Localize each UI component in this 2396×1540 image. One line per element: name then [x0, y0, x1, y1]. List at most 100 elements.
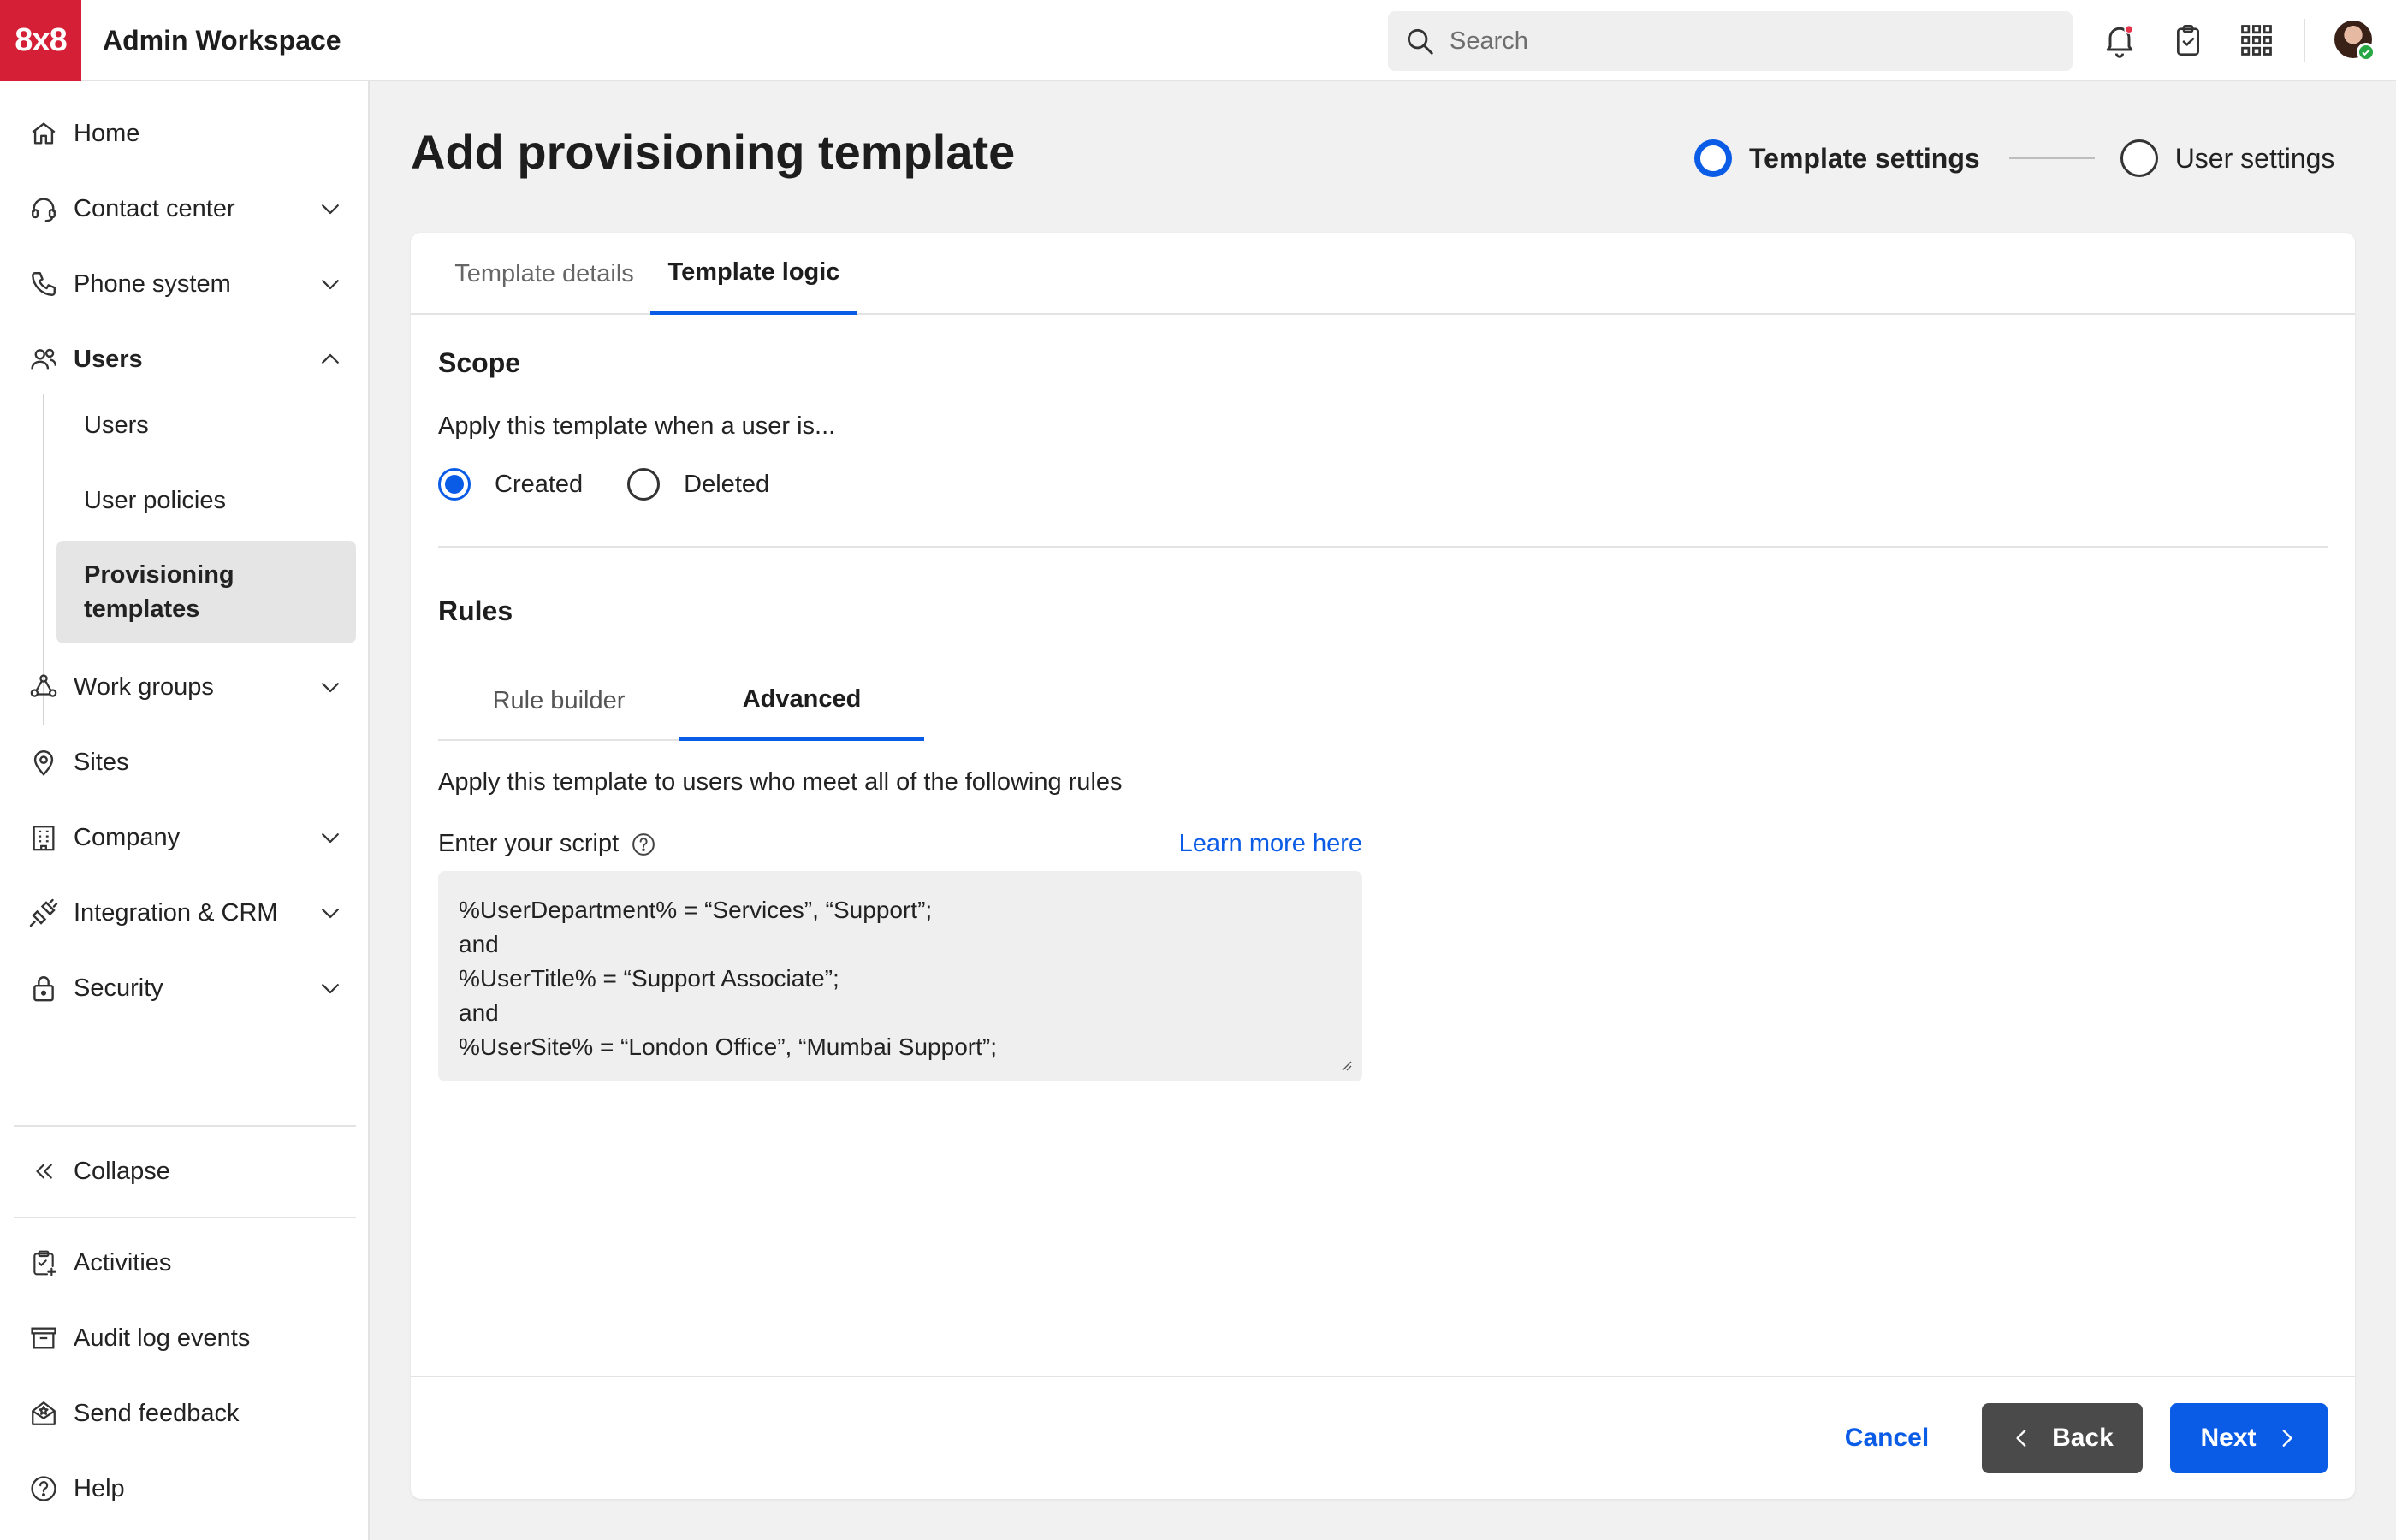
- cancel-label: Cancel: [1844, 1424, 1930, 1452]
- sidebar-item-label: Phone system: [74, 270, 231, 298]
- chevron-down-icon: [305, 196, 356, 222]
- radio-deleted[interactable]: Deleted: [627, 468, 769, 500]
- users-icon: [14, 345, 74, 374]
- sidebar-item-label: Work groups: [74, 672, 214, 701]
- apps-grid-icon[interactable]: [2235, 19, 2278, 62]
- section-divider: [438, 546, 2328, 548]
- clipboard-check-icon[interactable]: [2167, 19, 2209, 62]
- radio-button-checked[interactable]: [438, 468, 471, 500]
- sidebar-subitem-users[interactable]: Users: [56, 393, 356, 458]
- sidebar-subitem-provisioning-templates[interactable]: Provisioning templates: [56, 541, 356, 643]
- chevron-down-icon: [305, 825, 356, 850]
- chevron-right-icon: [2275, 1427, 2298, 1449]
- scope-prompt: Apply this template when a user is...: [438, 412, 836, 440]
- sidebar-item-help[interactable]: Help: [14, 1456, 356, 1521]
- home-icon: [14, 119, 74, 148]
- chevron-down-icon: [305, 900, 356, 926]
- double-chevron-left-icon: [14, 1158, 74, 1184]
- sidebar-item-label: Help: [74, 1474, 125, 1502]
- sidebar-item-phone-system[interactable]: Phone system: [14, 252, 356, 317]
- sidebar-item-contact-center[interactable]: Contact center: [14, 176, 356, 241]
- template-card: Template details Template logic Scope Ap…: [411, 233, 2355, 1499]
- radio-label: Created: [495, 470, 584, 498]
- sidebar-item-security[interactable]: Security: [14, 956, 356, 1021]
- learn-more-link[interactable]: Learn more here: [1177, 830, 1362, 858]
- chevron-down-icon: [305, 674, 356, 700]
- chevron-left-icon: [2011, 1427, 2033, 1449]
- sidebar-item-label: Sites: [74, 748, 129, 776]
- rules-title: Rules: [438, 595, 513, 626]
- sidebar-item-label: Security: [74, 974, 163, 1002]
- sidebar-item-home[interactable]: Home: [14, 101, 356, 166]
- online-status-icon: [2357, 43, 2375, 62]
- search-input[interactable]: [1450, 11, 2073, 71]
- sidebar-item-audit-log-events[interactable]: Audit log events: [14, 1306, 356, 1371]
- radio-button[interactable]: [627, 468, 661, 500]
- resize-grip-icon[interactable]: [1340, 1059, 1352, 1071]
- next-label: Next: [2200, 1424, 2257, 1452]
- sidebar-item-sites[interactable]: Sites: [14, 730, 356, 795]
- sidebar-item-label: Contact center: [74, 194, 235, 222]
- sidebar-divider: [14, 1125, 356, 1127]
- page-title: Add provisioning template: [411, 125, 1016, 179]
- stepper: Template settings User settings: [1694, 137, 2334, 180]
- tab-template-logic[interactable]: Template logic: [650, 233, 857, 315]
- sidebar-item-send-feedback[interactable]: Send feedback: [14, 1381, 356, 1446]
- app-title: Admin Workspace: [103, 25, 341, 56]
- sidebar-item-label: Activities: [74, 1248, 172, 1276]
- collapse-button[interactable]: Collapse: [14, 1139, 356, 1204]
- archive-box-icon: [14, 1324, 74, 1353]
- step-indicator-active: [1694, 139, 1732, 177]
- radio-label: Deleted: [684, 470, 770, 498]
- scope-title: Scope: [438, 347, 521, 378]
- sidebar-item-label: Home: [74, 119, 140, 147]
- bell-icon[interactable]: [2098, 19, 2141, 62]
- back-button[interactable]: Back: [1982, 1403, 2143, 1473]
- footer-divider: [411, 1376, 2355, 1377]
- sidebar-item-label: Audit log events: [74, 1324, 251, 1352]
- phone-icon: [14, 270, 74, 299]
- script-label-text: Enter your script: [438, 830, 620, 857]
- step-connector: [2008, 157, 2095, 159]
- sidebar-item-users[interactable]: Users: [14, 327, 356, 392]
- search-icon: [1403, 25, 1436, 57]
- help-circle-icon[interactable]: [631, 832, 656, 857]
- chevron-up-icon: [305, 346, 356, 372]
- radio-created[interactable]: Created: [438, 468, 583, 500]
- sidebar-item-label: Send feedback: [74, 1399, 240, 1427]
- script-textarea[interactable]: [438, 871, 1362, 1081]
- topbar-divider: [2304, 19, 2305, 62]
- cancel-button[interactable]: Cancel: [1831, 1403, 1942, 1473]
- step-label-template-settings[interactable]: Template settings: [1749, 143, 1980, 175]
- rules-tab-bar: Rule builder Advanced: [438, 660, 924, 741]
- tab-bar: Template details Template logic: [411, 233, 2355, 315]
- tab-advanced[interactable]: Advanced: [679, 660, 924, 741]
- location-pin-icon: [14, 748, 74, 777]
- sidebar: Home Contact center Phone system Users U…: [0, 81, 370, 1540]
- sidebar-item-activities[interactable]: Activities: [14, 1230, 356, 1295]
- rules-description: Apply this template to users who meet al…: [438, 768, 1123, 796]
- step-label-user-settings[interactable]: User settings: [2175, 143, 2335, 175]
- sidebar-item-label: Users: [74, 345, 143, 373]
- collapse-label: Collapse: [74, 1157, 170, 1185]
- headset-icon: [14, 194, 74, 223]
- help-circle-icon: [14, 1474, 74, 1503]
- script-label: Enter your script: [438, 830, 656, 858]
- feedback-icon: [14, 1399, 74, 1428]
- search-box[interactable]: [1388, 11, 2073, 71]
- tab-rule-builder[interactable]: Rule builder: [438, 660, 679, 741]
- clipboard-plus-icon: [14, 1247, 74, 1278]
- building-icon: [14, 823, 74, 852]
- sidebar-item-label: Integration & CRM: [74, 898, 278, 927]
- top-bar: 8x8 Admin Workspace: [0, 0, 2396, 81]
- app-logo[interactable]: 8x8: [0, 0, 81, 81]
- sidebar-item-work-groups[interactable]: Work groups: [14, 654, 356, 720]
- sidebar-item-company[interactable]: Company: [14, 805, 356, 870]
- lock-icon: [14, 974, 74, 1003]
- sidebar-item-label: Company: [74, 823, 181, 851]
- next-button[interactable]: Next: [2170, 1403, 2328, 1473]
- sidebar-subitem-user-policies[interactable]: User policies: [56, 468, 356, 533]
- step-indicator: [2120, 139, 2158, 177]
- sidebar-item-integration-crm[interactable]: Integration & CRM: [14, 880, 356, 945]
- tab-template-details[interactable]: Template details: [438, 233, 650, 315]
